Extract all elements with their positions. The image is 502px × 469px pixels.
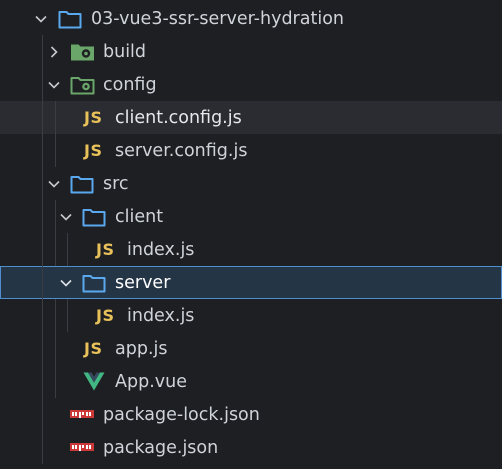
tree-item-label: server	[115, 272, 171, 293]
tree-item-label: client	[115, 206, 164, 227]
tree-item-label: index.js	[127, 239, 195, 260]
js-file-icon: JS	[84, 141, 103, 160]
indent-guide	[55, 134, 56, 167]
tree-item-label: 03-vue3-ssr-server-hydration	[91, 8, 344, 29]
npm-file-icon	[70, 409, 94, 420]
tree-item-client-config-js[interactable]: JS client.config.js	[0, 101, 502, 134]
folder-open-icon	[82, 207, 106, 227]
tree-item-config[interactable]: config	[0, 68, 502, 101]
tree-item-server-config-js[interactable]: JS server.config.js	[0, 134, 502, 167]
indent-guide	[55, 200, 56, 233]
js-file-icon: JS	[96, 240, 115, 259]
chevron-down-icon[interactable]	[47, 78, 61, 92]
tree-item-src[interactable]: src	[0, 167, 502, 200]
tree-item-label: build	[103, 41, 147, 62]
indent-guide	[42, 299, 43, 332]
tree-item-client[interactable]: client	[0, 200, 502, 233]
chevron-down-icon[interactable]	[59, 276, 73, 290]
indent-guide	[55, 101, 56, 134]
tree-item-label: App.vue	[115, 371, 187, 392]
indent-guide	[42, 134, 43, 167]
tree-item-package-json[interactable]: package.json	[0, 431, 502, 464]
config-folder-open-icon	[70, 75, 96, 95]
tree-item-server-index-js[interactable]: JS index.js	[0, 299, 502, 332]
tree-item-label: package.json	[103, 437, 219, 458]
indent-guide	[55, 332, 56, 365]
folder-open-icon	[58, 9, 82, 29]
tree-item-label: app.js	[115, 338, 168, 359]
indent-guide	[42, 68, 43, 101]
chevron-down-icon[interactable]	[59, 210, 73, 224]
vue-file-icon	[83, 372, 105, 391]
tree-item-root-folder[interactable]: 03-vue3-ssr-server-hydration	[0, 2, 502, 35]
indent-guide	[67, 299, 68, 332]
file-explorer-tree: 03-vue3-ssr-server-hydration build confi…	[0, 2, 502, 464]
indent-guide	[67, 233, 68, 266]
tree-item-label: server.config.js	[115, 140, 248, 161]
indent-guide	[42, 365, 43, 398]
tree-item-app-vue[interactable]: App.vue	[0, 365, 502, 398]
folder-open-icon	[82, 273, 106, 293]
tree-item-label: package-lock.json	[103, 404, 260, 425]
indent-guide	[42, 101, 43, 134]
chevron-down-icon[interactable]	[34, 12, 48, 26]
js-file-icon: JS	[96, 306, 115, 325]
tree-item-client-index-js[interactable]: JS index.js	[0, 233, 502, 266]
npm-file-icon	[70, 442, 94, 453]
chevron-right-icon[interactable]	[47, 45, 61, 59]
indent-guide	[42, 35, 43, 68]
indent-guide	[42, 332, 43, 365]
indent-guide	[42, 398, 43, 431]
folder-open-icon	[70, 174, 94, 194]
chevron-down-icon[interactable]	[47, 177, 61, 191]
indent-guide	[42, 167, 43, 200]
indent-guide	[42, 200, 43, 233]
tree-item-label: index.js	[127, 305, 195, 326]
tree-item-label: src	[103, 173, 129, 194]
tree-item-server[interactable]: server	[0, 266, 502, 299]
js-file-icon: JS	[84, 108, 103, 127]
indent-guide	[42, 431, 43, 464]
indent-guide	[42, 266, 43, 299]
indent-guide	[42, 233, 43, 266]
tree-item-build[interactable]: build	[0, 35, 502, 68]
indent-guide	[55, 299, 56, 332]
tree-item-app-js[interactable]: JS app.js	[0, 332, 502, 365]
js-file-icon: JS	[84, 339, 103, 358]
indent-guide	[55, 233, 56, 266]
indent-guide	[55, 365, 56, 398]
tree-item-label: client.config.js	[115, 107, 242, 128]
tree-item-label: config	[103, 74, 157, 95]
config-folder-icon	[70, 42, 96, 62]
tree-item-package-lock-json[interactable]: package-lock.json	[0, 398, 502, 431]
